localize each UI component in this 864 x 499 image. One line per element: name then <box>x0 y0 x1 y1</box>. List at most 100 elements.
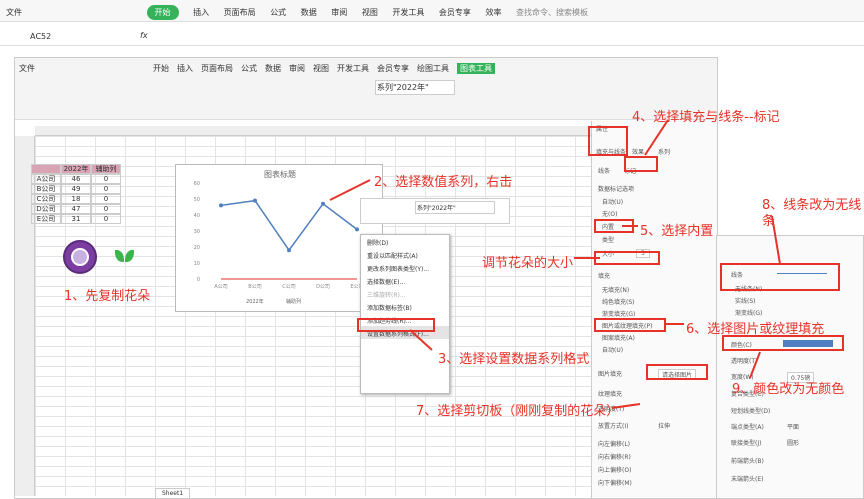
join-label: 联接类型(J) <box>731 440 762 447</box>
name-box[interactable]: A̅C52 <box>30 32 51 41</box>
menu-review[interactable]: 审阅 <box>331 7 347 18</box>
join-value[interactable]: 圆形 <box>787 438 799 447</box>
tab-data[interactable]: 数据 <box>265 64 281 73</box>
chart-svg: 0102030405060A公司 B公司 C公司 D公司 E公司2022年 辅助列 <box>194 181 364 305</box>
menu-view[interactable]: 视图 <box>362 7 378 18</box>
cap-value[interactable]: 平面 <box>787 422 799 431</box>
x-tick-label: D公司 <box>316 284 330 290</box>
data-point[interactable] <box>355 227 359 232</box>
search-input[interactable]: 查找命令、搜索模板 <box>516 7 588 18</box>
menu-insert[interactable]: 插入 <box>193 7 209 18</box>
highlight-pic-select <box>646 364 708 380</box>
table-cell[interactable]: C公司 <box>31 194 61 204</box>
table-cell[interactable]: 0 <box>91 194 121 204</box>
y-tick-label: 30 <box>194 229 200 235</box>
table-cell[interactable]: 0 <box>91 174 121 184</box>
annot-2: 2、选择数值系列，右击 <box>374 175 513 190</box>
menu-file[interactable]: 文件 <box>6 7 22 18</box>
highlight-format-series <box>357 318 435 332</box>
table-cell[interactable]: 31 <box>61 214 91 224</box>
table-cell[interactable]: D公司 <box>31 204 61 214</box>
annot-9: 9、颜色改为无颜色 <box>732 382 845 397</box>
tab-series[interactable]: 系列 <box>658 147 670 156</box>
offset-left: 向左偏移(L) <box>598 441 631 448</box>
x-tick-label: B公司 <box>248 284 261 290</box>
tab-review[interactable]: 审阅 <box>289 64 305 73</box>
series-select[interactable]: 系列"2022年" <box>375 80 455 95</box>
table-cell[interactable]: 0 <box>91 184 121 194</box>
series-line[interactable] <box>220 199 358 252</box>
opt-auto[interactable]: 自动(U) <box>602 197 623 206</box>
menu-efficiency[interactable]: 效率 <box>485 7 501 18</box>
tab-vip[interactable]: 会员专享 <box>377 64 409 73</box>
fill-pattern[interactable]: 图案填充(A) <box>602 333 635 342</box>
table-cell[interactable]: 0 <box>91 204 121 214</box>
menu-layout[interactable]: 页面布局 <box>224 7 256 18</box>
data-table: 2022年 辅助列 A公司 46 0 B公司 49 0 C公司 18 0 D公司 47 0 E公… <box>31 164 131 234</box>
tile-label: 放置方式(I) <box>598 423 629 430</box>
menu-data[interactable]: 数据 <box>301 7 317 18</box>
fill-none[interactable]: 无填充(N) <box>602 285 629 294</box>
dash-label: 短划线类型(D) <box>731 408 771 415</box>
texture-label: 纹理填充 <box>598 391 623 398</box>
tab-formula[interactable]: 公式 <box>241 64 257 73</box>
mini-series-select[interactable]: 系列"2022年" <box>415 201 495 214</box>
tab-start[interactable]: 开始 <box>153 64 169 73</box>
line-solid[interactable]: 实线(S) <box>735 296 756 305</box>
menu-select-data[interactable]: 选择数据(E)... <box>361 274 449 287</box>
table-cell[interactable]: B公司 <box>31 184 61 194</box>
table-cell[interactable]: 18 <box>61 194 91 204</box>
table-cell[interactable]: 49 <box>61 184 91 194</box>
highlight-fill-tab <box>588 126 628 156</box>
fx-icon[interactable]: fx <box>140 31 148 40</box>
tab-layout[interactable]: 页面布局 <box>201 64 233 73</box>
fill-section: 填充 <box>598 273 611 280</box>
tab-effect[interactable]: 效果 <box>632 147 644 156</box>
y-tick-label: 0 <box>197 277 200 283</box>
menu-add-label[interactable]: 添加数据标签(B) <box>361 300 449 313</box>
menu-reset[interactable]: 重设以匹配样式(A) <box>361 248 449 261</box>
sheet-tab[interactable]: Sheet1 <box>155 488 191 498</box>
flower-ring-icon[interactable] <box>63 240 97 274</box>
y-tick-label: 20 <box>194 245 200 251</box>
table-cell[interactable]: 47 <box>61 204 91 214</box>
fill-auto[interactable]: 自动(U) <box>602 345 623 354</box>
table-cell[interactable]: 0 <box>91 214 121 224</box>
menu-formula[interactable]: 公式 <box>270 7 286 18</box>
data-point[interactable] <box>219 203 223 208</box>
legend-entry: 2022年 <box>246 298 264 305</box>
menu-3d-rotate[interactable]: 三维旋转(R)... <box>361 287 449 300</box>
highlight-size <box>594 251 660 265</box>
header-cell[interactable] <box>31 164 61 174</box>
table-cell[interactable]: E公司 <box>31 214 61 224</box>
menu-delete[interactable]: 删除(D) <box>361 235 449 248</box>
annot-4: 4、选择填充与线条--标记 <box>632 110 780 125</box>
annot-size: 调节花朵的大小 <box>482 256 574 271</box>
sub-line[interactable]: 线条 <box>598 166 610 175</box>
data-point[interactable] <box>321 201 325 206</box>
table-cell[interactable]: 46 <box>61 174 91 184</box>
annot-7: 7、选择剪切板（刚刚复制的花朵） <box>416 404 620 419</box>
header-cell[interactable]: 辅助列 <box>91 164 121 174</box>
menu-dev[interactable]: 开发工具 <box>392 7 424 18</box>
tab-chart-tools[interactable]: 图表工具 <box>457 63 495 74</box>
menu-change-type[interactable]: 更改系列图表类型(Y)... <box>361 261 449 274</box>
opt-none[interactable]: 无(O) <box>602 209 617 218</box>
data-point[interactable] <box>253 198 257 203</box>
chart-title[interactable]: 图表标题 <box>264 169 296 180</box>
menu-start[interactable]: 开始 <box>146 5 179 20</box>
line-gradient[interactable]: 渐变线(G) <box>735 308 762 317</box>
tab-insert[interactable]: 插入 <box>177 64 193 73</box>
tab-view[interactable]: 视图 <box>313 64 329 73</box>
tab-file[interactable]: 文件 <box>19 64 35 73</box>
header-cell[interactable]: 2022年 <box>61 164 91 174</box>
tab-dev[interactable]: 开发工具 <box>337 64 369 73</box>
data-point[interactable] <box>287 248 291 253</box>
table-cell[interactable]: A公司 <box>31 174 61 184</box>
menu-vip[interactable]: 会员专享 <box>439 7 471 18</box>
line-chart[interactable]: 0 10 20 30 40 50 60 A公司 B公司 C公司 D公司 E公司 2022年 辅助列 图表标… <box>175 164 383 312</box>
tile-select[interactable]: 拉伸 <box>658 421 670 430</box>
fill-gradient[interactable]: 渐变填充(G) <box>602 309 635 318</box>
tab-draw[interactable]: 绘图工具 <box>417 64 449 73</box>
fill-solid[interactable]: 纯色填充(S) <box>602 297 635 306</box>
